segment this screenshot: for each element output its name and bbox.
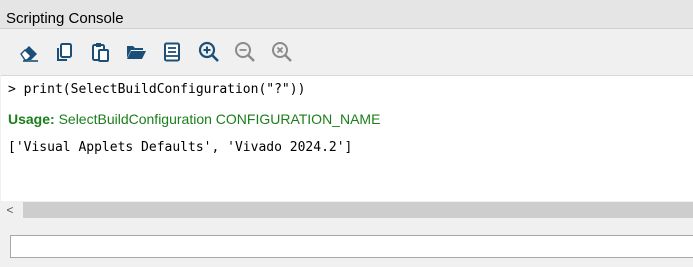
usage-label: Usage: [8, 111, 55, 127]
zoom-reset-button[interactable] [270, 40, 294, 64]
copy-button[interactable] [52, 40, 76, 64]
script-button[interactable] [160, 40, 184, 64]
usage-line: Usage: SelectBuildConfiguration CONFIGUR… [8, 111, 380, 127]
eraser-icon [18, 42, 40, 62]
open-button[interactable] [124, 40, 148, 64]
zoom-reset-icon [271, 41, 293, 63]
script-icon [162, 42, 182, 62]
paste-button[interactable] [88, 40, 112, 64]
open-folder-icon [125, 42, 147, 62]
title-bar: Scripting Console [0, 0, 693, 29]
scrollbar-thumb[interactable] [23, 202, 693, 218]
window-title: Scripting Console [6, 10, 124, 27]
command-line: > print(SelectBuildConfiguration("?")) [8, 82, 306, 97]
toolbar [0, 29, 693, 75]
horizontal-scrollbar[interactable]: < [1, 201, 693, 219]
zoom-in-icon [198, 41, 220, 63]
zoom-out-button[interactable] [233, 40, 257, 64]
zoom-out-icon [234, 41, 256, 63]
clear-button[interactable] [17, 40, 41, 64]
usage-text: SelectBuildConfiguration CONFIGURATION_N… [54, 111, 381, 127]
output-line: ['Visual Applets Defaults', 'Vivado 2024… [8, 140, 353, 155]
copy-icon [54, 42, 74, 62]
paste-icon [90, 42, 110, 62]
scroll-left-button[interactable]: < [1, 201, 19, 219]
console-output[interactable]: > print(SelectBuildConfiguration("?")) U… [1, 75, 693, 201]
command-input[interactable] [10, 235, 693, 258]
zoom-in-button[interactable] [197, 40, 221, 64]
